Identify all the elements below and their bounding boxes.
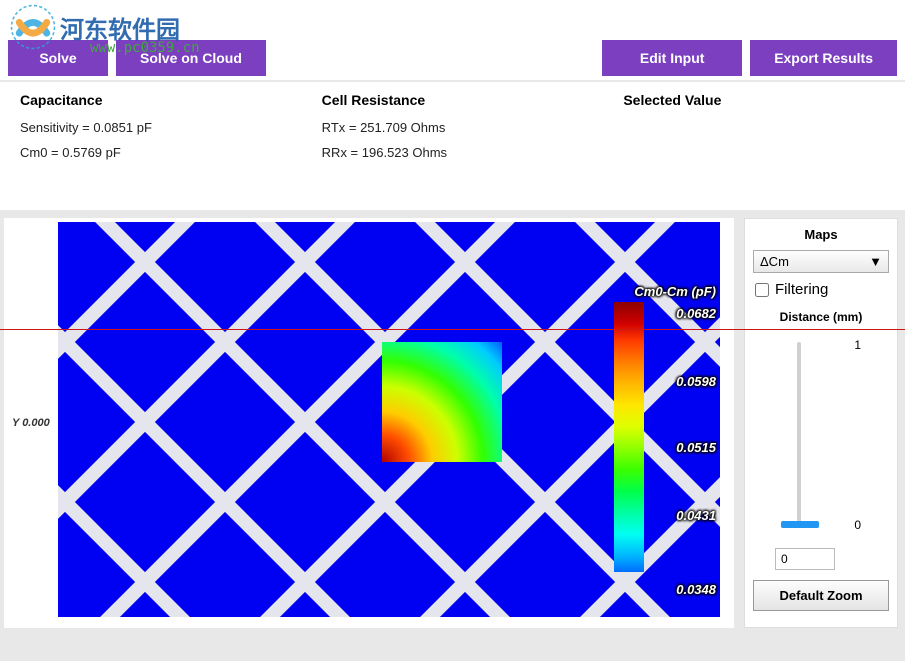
edit-input-button[interactable]: Edit Input: [602, 40, 742, 76]
info-panel: Capacitance Sensitivity = 0.0851 pF Cm0 …: [0, 82, 905, 210]
legend-tick-4: 0.0348: [676, 582, 716, 597]
sensitivity-value: Sensitivity = 0.0851 pF: [20, 120, 282, 135]
slider-max: 1: [854, 338, 861, 352]
filtering-label: Filtering: [775, 281, 828, 298]
maps-panel: Maps ΔCm ▼ Filtering Distance (mm) 1 0 D…: [744, 218, 898, 628]
export-results-button[interactable]: Export Results: [750, 40, 897, 76]
plot-area[interactable]: Y 0.000: [4, 218, 734, 628]
map-type-dropdown[interactable]: ΔCm ▼: [753, 250, 889, 273]
rrx-value: RRx = 196.523 Ohms: [322, 145, 584, 160]
selected-section: Selected Value: [623, 92, 885, 170]
distance-slider[interactable]: 1 0: [753, 332, 889, 542]
distance-label: Distance (mm): [753, 310, 889, 324]
resistance-title: Cell Resistance: [322, 92, 584, 108]
default-zoom-button[interactable]: Default Zoom: [753, 580, 889, 611]
watermark-url: www.pc0359.cn: [90, 40, 200, 56]
red-guide-line: [0, 329, 905, 330]
plot-canvas[interactable]: Cm0-Cm (pF) 0.0682 0.0598 0.0515 0.0431 …: [58, 222, 720, 617]
color-legend: [614, 302, 644, 572]
legend-tick-1: 0.0598: [676, 374, 716, 389]
visualization-wrapper: Y 0.000: [0, 210, 905, 632]
dropdown-value: ΔCm: [760, 254, 789, 269]
chevron-down-icon: ▼: [869, 254, 882, 269]
rtx-value: RTx = 251.709 Ohms: [322, 120, 584, 135]
filtering-checkbox-row[interactable]: Filtering: [753, 273, 889, 306]
cm0-value: Cm0 = 0.5769 pF: [20, 145, 282, 160]
slider-track[interactable]: [797, 342, 801, 524]
y-axis-label: Y 0.000: [12, 417, 50, 429]
resistance-section: Cell Resistance RTx = 251.709 Ohms RRx =…: [322, 92, 584, 170]
slider-thumb[interactable]: [781, 521, 819, 528]
filtering-checkbox[interactable]: [755, 283, 769, 297]
capacitance-title: Capacitance: [20, 92, 282, 108]
watermark-logo-icon: [10, 4, 56, 50]
heatmap-overlay: [382, 342, 502, 462]
legend-title: Cm0-Cm (pF): [634, 284, 716, 299]
distance-input[interactable]: [775, 548, 835, 570]
capacitance-section: Capacitance Sensitivity = 0.0851 pF Cm0 …: [20, 92, 282, 170]
maps-title: Maps: [753, 219, 889, 250]
slider-min: 0: [854, 518, 861, 532]
selected-title: Selected Value: [623, 92, 885, 108]
legend-tick-0: 0.0682: [676, 306, 716, 321]
legend-tick-2: 0.0515: [676, 440, 716, 455]
legend-tick-3: 0.0431: [676, 508, 716, 523]
